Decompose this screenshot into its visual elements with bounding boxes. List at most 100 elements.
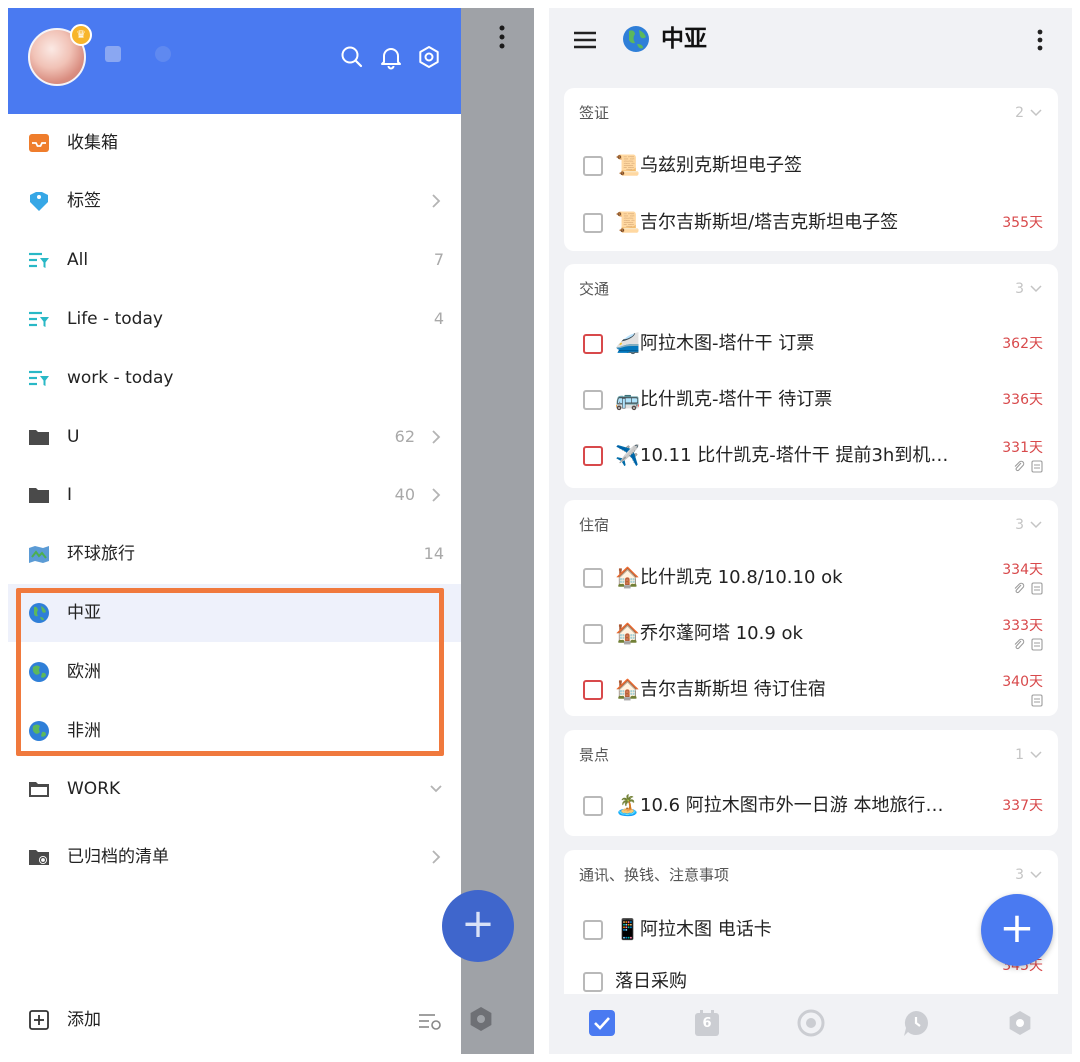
task-row[interactable]: 🏠 比什凯克 10.8/10.10 ok 334天	[564, 550, 1058, 606]
section-count: 2	[1015, 105, 1024, 121]
calendar-icon[interactable]: 6	[692, 1008, 722, 1038]
task-checkbox-icon[interactable]	[587, 1008, 617, 1038]
search-icon[interactable]	[339, 44, 365, 70]
section-title: 住宿	[579, 516, 610, 534]
task-title: 比什凯克-塔什干 待订票	[640, 389, 833, 410]
task-checkbox[interactable]	[583, 213, 603, 233]
archive-folder-icon	[29, 850, 49, 865]
attachment-icon	[1014, 460, 1025, 472]
task-row[interactable]: 🏠 乔尔蓬阿塔 10.9 ok 333天	[564, 606, 1058, 662]
island-icon: 🏝️	[615, 793, 640, 817]
task-meta-icons	[1007, 582, 1043, 596]
chevron-down-icon	[430, 785, 442, 793]
add-label: 添加	[67, 1010, 101, 1030]
task-checkbox-high-priority[interactable]	[583, 334, 603, 354]
task-checkbox[interactable]	[583, 796, 603, 816]
chevron-down-icon	[1030, 871, 1042, 879]
task-checkbox-high-priority[interactable]	[583, 446, 603, 466]
section-header[interactable]: 交通 3	[564, 264, 1058, 314]
bell-icon[interactable]	[378, 44, 404, 70]
drawer-header: ♛	[8, 8, 461, 114]
task-due-days: 334天	[1002, 562, 1043, 578]
add-list-row[interactable]: 添加	[8, 990, 461, 1050]
task-due-days: 355天	[1002, 215, 1043, 231]
settings-icon	[470, 1007, 492, 1031]
drawer-item-work-folder[interactable]: WORK	[8, 760, 461, 818]
note-icon	[1031, 638, 1043, 651]
task-title: 乔尔蓬阿塔 10.9 ok	[640, 623, 803, 644]
more-vertical-icon[interactable]	[1031, 26, 1049, 54]
right-screenshot: 中亚 签证 2 📜 乌兹别克斯坦电子签 📜 吉尔吉斯斯坦/塔吉克斯坦电子签 35…	[549, 8, 1072, 1054]
house-icon: 🏠	[615, 565, 640, 589]
phone-icon: 📱	[615, 917, 640, 941]
task-checkbox[interactable]	[583, 972, 603, 992]
globe-icon	[623, 26, 649, 52]
focus-icon[interactable]	[796, 1008, 826, 1038]
section-header[interactable]: 签证 2	[564, 88, 1058, 138]
menu-icon[interactable]	[571, 28, 599, 52]
task-checkbox[interactable]	[583, 390, 603, 410]
drawer-item-label: 环球旅行	[67, 544, 135, 564]
task-title: 阿拉木图 电话卡	[640, 919, 772, 940]
username-blurred	[105, 46, 121, 62]
drawer-item-inbox[interactable]: 收集箱	[8, 114, 461, 172]
list-settings-icon[interactable]	[417, 1010, 443, 1032]
drawer-item-archived-lists[interactable]: 已归档的清单	[8, 828, 461, 886]
drawer-item-folder-i[interactable]: I 40	[8, 466, 461, 524]
task-checkbox[interactable]	[583, 568, 603, 588]
task-row[interactable]: 🚌 比什凯克-塔什干 待订票 336天	[564, 372, 1058, 428]
chevron-right-icon	[432, 194, 441, 208]
section-header[interactable]: 住宿 3	[564, 500, 1058, 550]
clock-icon[interactable]	[901, 1008, 931, 1038]
task-due-days: 337天	[1002, 798, 1043, 814]
crown-badge-icon: ♛	[70, 24, 92, 46]
task-meta-icons	[1007, 638, 1043, 652]
chevron-down-icon	[1030, 521, 1042, 529]
add-square-icon	[29, 1010, 49, 1030]
note-icon	[1031, 582, 1043, 595]
drawer-item-count: 4	[433, 309, 444, 328]
gear-icon[interactable]	[416, 44, 442, 70]
drawer-item-count: 14	[423, 544, 444, 563]
section-title: 景点	[579, 746, 610, 764]
task-title: 吉尔吉斯斯坦 待订住宿	[640, 679, 826, 700]
section-header[interactable]: 通讯、换钱、注意事项 3	[564, 850, 1058, 900]
task-checkbox[interactable]	[583, 920, 603, 940]
settings-icon[interactable]	[1005, 1008, 1035, 1038]
drawer-item-label: 已归档的清单	[67, 847, 169, 867]
page-title: 中亚	[661, 26, 707, 52]
chevron-right-icon	[432, 430, 441, 444]
section-card-visa: 签证 2 📜 乌兹别克斯坦电子签 📜 吉尔吉斯斯坦/塔吉克斯坦电子签 355天	[564, 88, 1058, 251]
folder-icon	[29, 488, 49, 503]
drawer-item-work-today[interactable]: work - today	[8, 349, 461, 407]
attachment-icon	[1014, 638, 1025, 650]
drawer-item-life-today[interactable]: Life - today 4	[8, 290, 461, 348]
section-title: 通讯、换钱、注意事项	[579, 866, 730, 884]
section-count: 3	[1015, 281, 1024, 297]
task-title: 乌兹别克斯坦电子签	[640, 155, 802, 176]
drawer-item-all[interactable]: All 7	[8, 231, 461, 289]
task-checkbox-high-priority[interactable]	[583, 680, 603, 700]
task-checkbox[interactable]	[583, 156, 603, 176]
drawer-item-count: 7	[433, 250, 444, 269]
task-row[interactable]: 🏝️ 10.6 阿拉木图市外一日游 本地旅行… 337天	[564, 778, 1058, 834]
chevron-right-icon	[432, 488, 441, 502]
section-card-attractions: 景点 1 🏝️ 10.6 阿拉木图市外一日游 本地旅行… 337天	[564, 730, 1058, 836]
task-row[interactable]: 🏠 吉尔吉斯斯坦 待订住宿 340天	[564, 662, 1058, 718]
status-blurred	[155, 46, 171, 62]
drawer-item-folder-u[interactable]: U 62	[8, 408, 461, 466]
task-row[interactable]: 📜 乌兹别克斯坦电子签	[564, 138, 1058, 194]
task-title: 比什凯克 10.8/10.10 ok	[640, 567, 843, 588]
drawer-item-tags[interactable]: 标签	[8, 172, 461, 230]
task-checkbox[interactable]	[583, 624, 603, 644]
drawer-item-world-travel[interactable]: 环球旅行 14	[8, 525, 461, 583]
drawer-item-label: 标签	[67, 191, 101, 211]
task-row[interactable]: ✈️ 10.11 比什凯克-塔什干 提前3h到机… 331天	[564, 428, 1058, 484]
add-task-fab[interactable]: +	[981, 894, 1053, 966]
section-count: 3	[1015, 517, 1024, 533]
task-row[interactable]: 📜 吉尔吉斯斯坦/塔吉克斯坦电子签 355天	[564, 195, 1058, 251]
section-header[interactable]: 景点 1	[564, 730, 1058, 780]
section-title: 签证	[579, 104, 610, 122]
drawer-item-label: I	[67, 485, 73, 505]
task-row[interactable]: 🚄 阿拉木图-塔什干 订票 362天	[564, 316, 1058, 372]
